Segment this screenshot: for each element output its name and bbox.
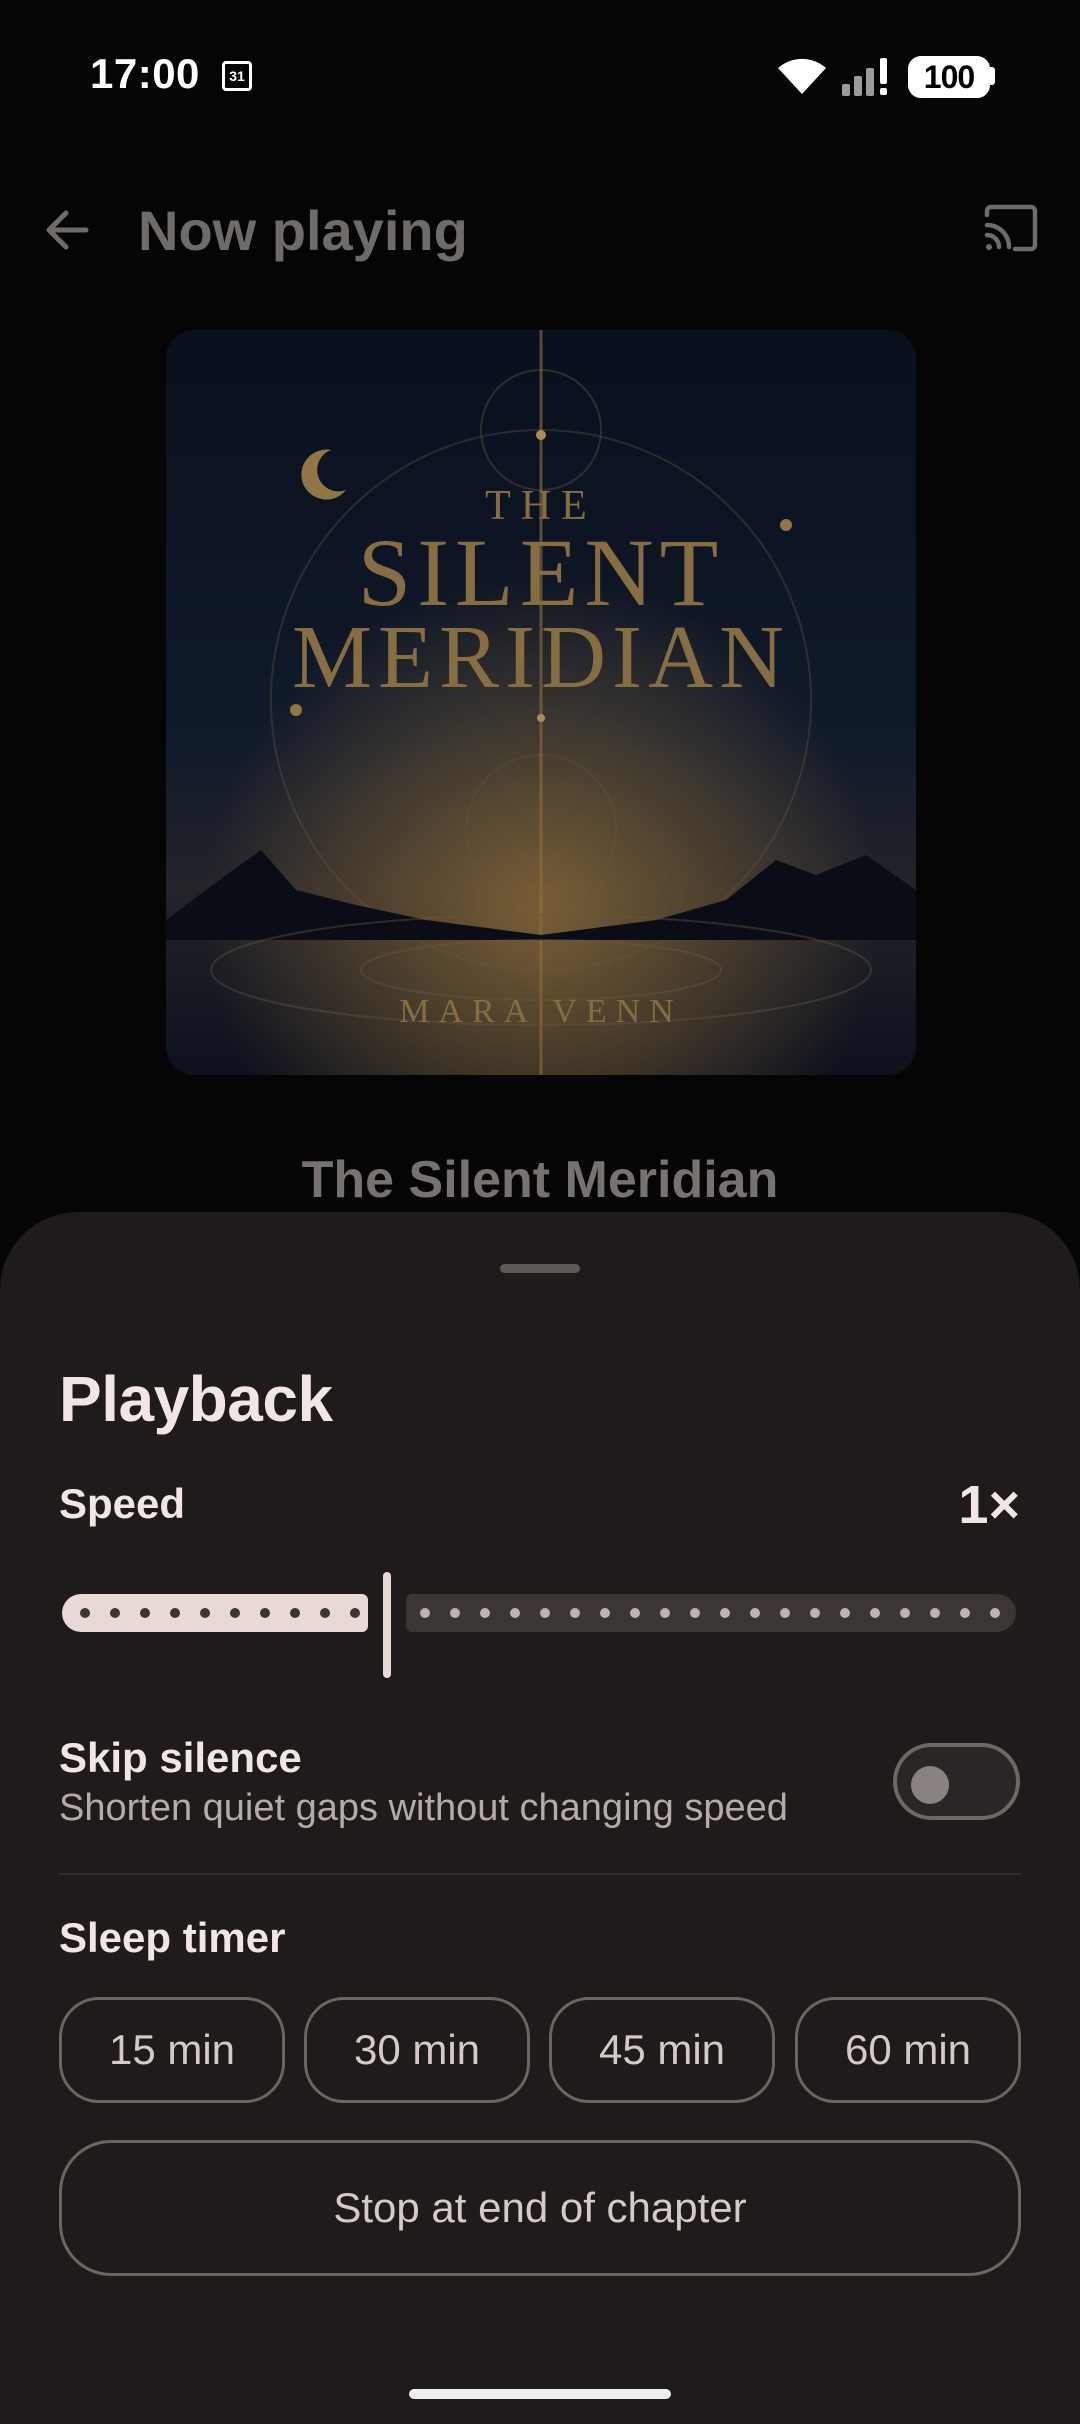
slider-tick xyxy=(290,1608,300,1618)
signal-icon xyxy=(842,58,887,96)
slider-tick xyxy=(900,1608,910,1618)
wifi-icon xyxy=(778,58,826,94)
playback-bottom-sheet: Playback Speed 1× Skip silence Shorten q… xyxy=(0,1212,1080,2424)
slider-tick xyxy=(420,1608,430,1618)
battery-icon: 100 xyxy=(908,56,990,98)
slider-tick xyxy=(840,1608,850,1618)
status-bar: 17:00 31 100 xyxy=(0,0,1080,150)
cover-author: MARA VENN xyxy=(399,993,683,1030)
slider-tick xyxy=(510,1608,520,1618)
arrow-back-icon[interactable] xyxy=(42,205,92,255)
cover-title-line-3: MERIDIAN xyxy=(292,608,790,707)
battery-level: 100 xyxy=(923,59,975,95)
sleep-timer-60-min-chip[interactable]: 60 min xyxy=(795,1997,1021,2103)
slider-tick xyxy=(230,1608,240,1618)
slider-tick xyxy=(780,1608,790,1618)
slider-thumb[interactable] xyxy=(383,1572,391,1678)
slider-tick xyxy=(540,1608,550,1618)
slider-tick xyxy=(750,1608,760,1618)
slider-tick xyxy=(660,1608,670,1618)
slider-tick xyxy=(870,1608,880,1618)
sleep-timer-label: Sleep timer xyxy=(59,1914,286,1961)
home-indicator[interactable] xyxy=(409,2389,671,2399)
slider-tick xyxy=(80,1608,90,1618)
slider-tick xyxy=(480,1608,490,1618)
slider-tick xyxy=(810,1608,820,1618)
slider-tick xyxy=(930,1608,940,1618)
skip-silence-description: Shorten quiet gaps without changing spee… xyxy=(59,1787,788,1829)
slider-tick xyxy=(200,1608,210,1618)
calendar-day: 31 xyxy=(229,68,245,84)
status-time: 17:00 xyxy=(90,50,200,97)
slider-tick xyxy=(140,1608,150,1618)
stop-at-end-of-chapter-button[interactable]: Stop at end of chapter xyxy=(59,2140,1021,2276)
sleep-timer-30-min-chip[interactable]: 30 min xyxy=(304,1997,530,2103)
speed-label: Speed xyxy=(59,1480,186,1527)
speed-slider[interactable] xyxy=(60,1572,1018,1678)
cover-title-line-2: SILENT xyxy=(357,519,725,626)
slider-tick xyxy=(350,1608,360,1618)
skip-silence-label: Skip silence xyxy=(59,1734,302,1781)
slider-tick xyxy=(450,1608,460,1618)
now-playing-screen: 17:00 31 100 Now playing THE SILENT MERI… xyxy=(0,0,1080,2424)
cast-icon[interactable] xyxy=(983,203,1039,253)
slider-tick xyxy=(990,1608,1000,1618)
slider-tick xyxy=(690,1608,700,1618)
sleep-timer-45-min-chip[interactable]: 45 min xyxy=(549,1997,775,2103)
battery-tip xyxy=(990,67,995,85)
slider-tick xyxy=(570,1608,580,1618)
sheet-title: Playback xyxy=(59,1363,333,1435)
slider-tick xyxy=(630,1608,640,1618)
slider-tick xyxy=(110,1608,120,1618)
calendar-icon: 31 xyxy=(222,61,252,91)
slider-tick xyxy=(260,1608,270,1618)
book-title: The Silent Meridian xyxy=(301,1151,779,1209)
sheet-drag-handle[interactable] xyxy=(500,1264,580,1273)
slider-inactive-track xyxy=(406,1594,1016,1632)
slider-tick xyxy=(960,1608,970,1618)
slider-tick xyxy=(320,1608,330,1618)
speed-value: 1× xyxy=(958,1475,1020,1535)
sleep-timer-15-min-chip[interactable]: 15 min xyxy=(59,1997,285,2103)
skip-silence-toggle[interactable] xyxy=(893,1743,1020,1820)
slider-tick xyxy=(600,1608,610,1618)
toggle-knob xyxy=(911,1766,949,1804)
page-title: Now playing xyxy=(138,199,468,262)
slider-tick xyxy=(170,1608,180,1618)
divider xyxy=(59,1873,1021,1875)
album-cover: THE SILENT MERIDIAN MARA VENN xyxy=(166,330,916,1075)
slider-tick xyxy=(720,1608,730,1618)
